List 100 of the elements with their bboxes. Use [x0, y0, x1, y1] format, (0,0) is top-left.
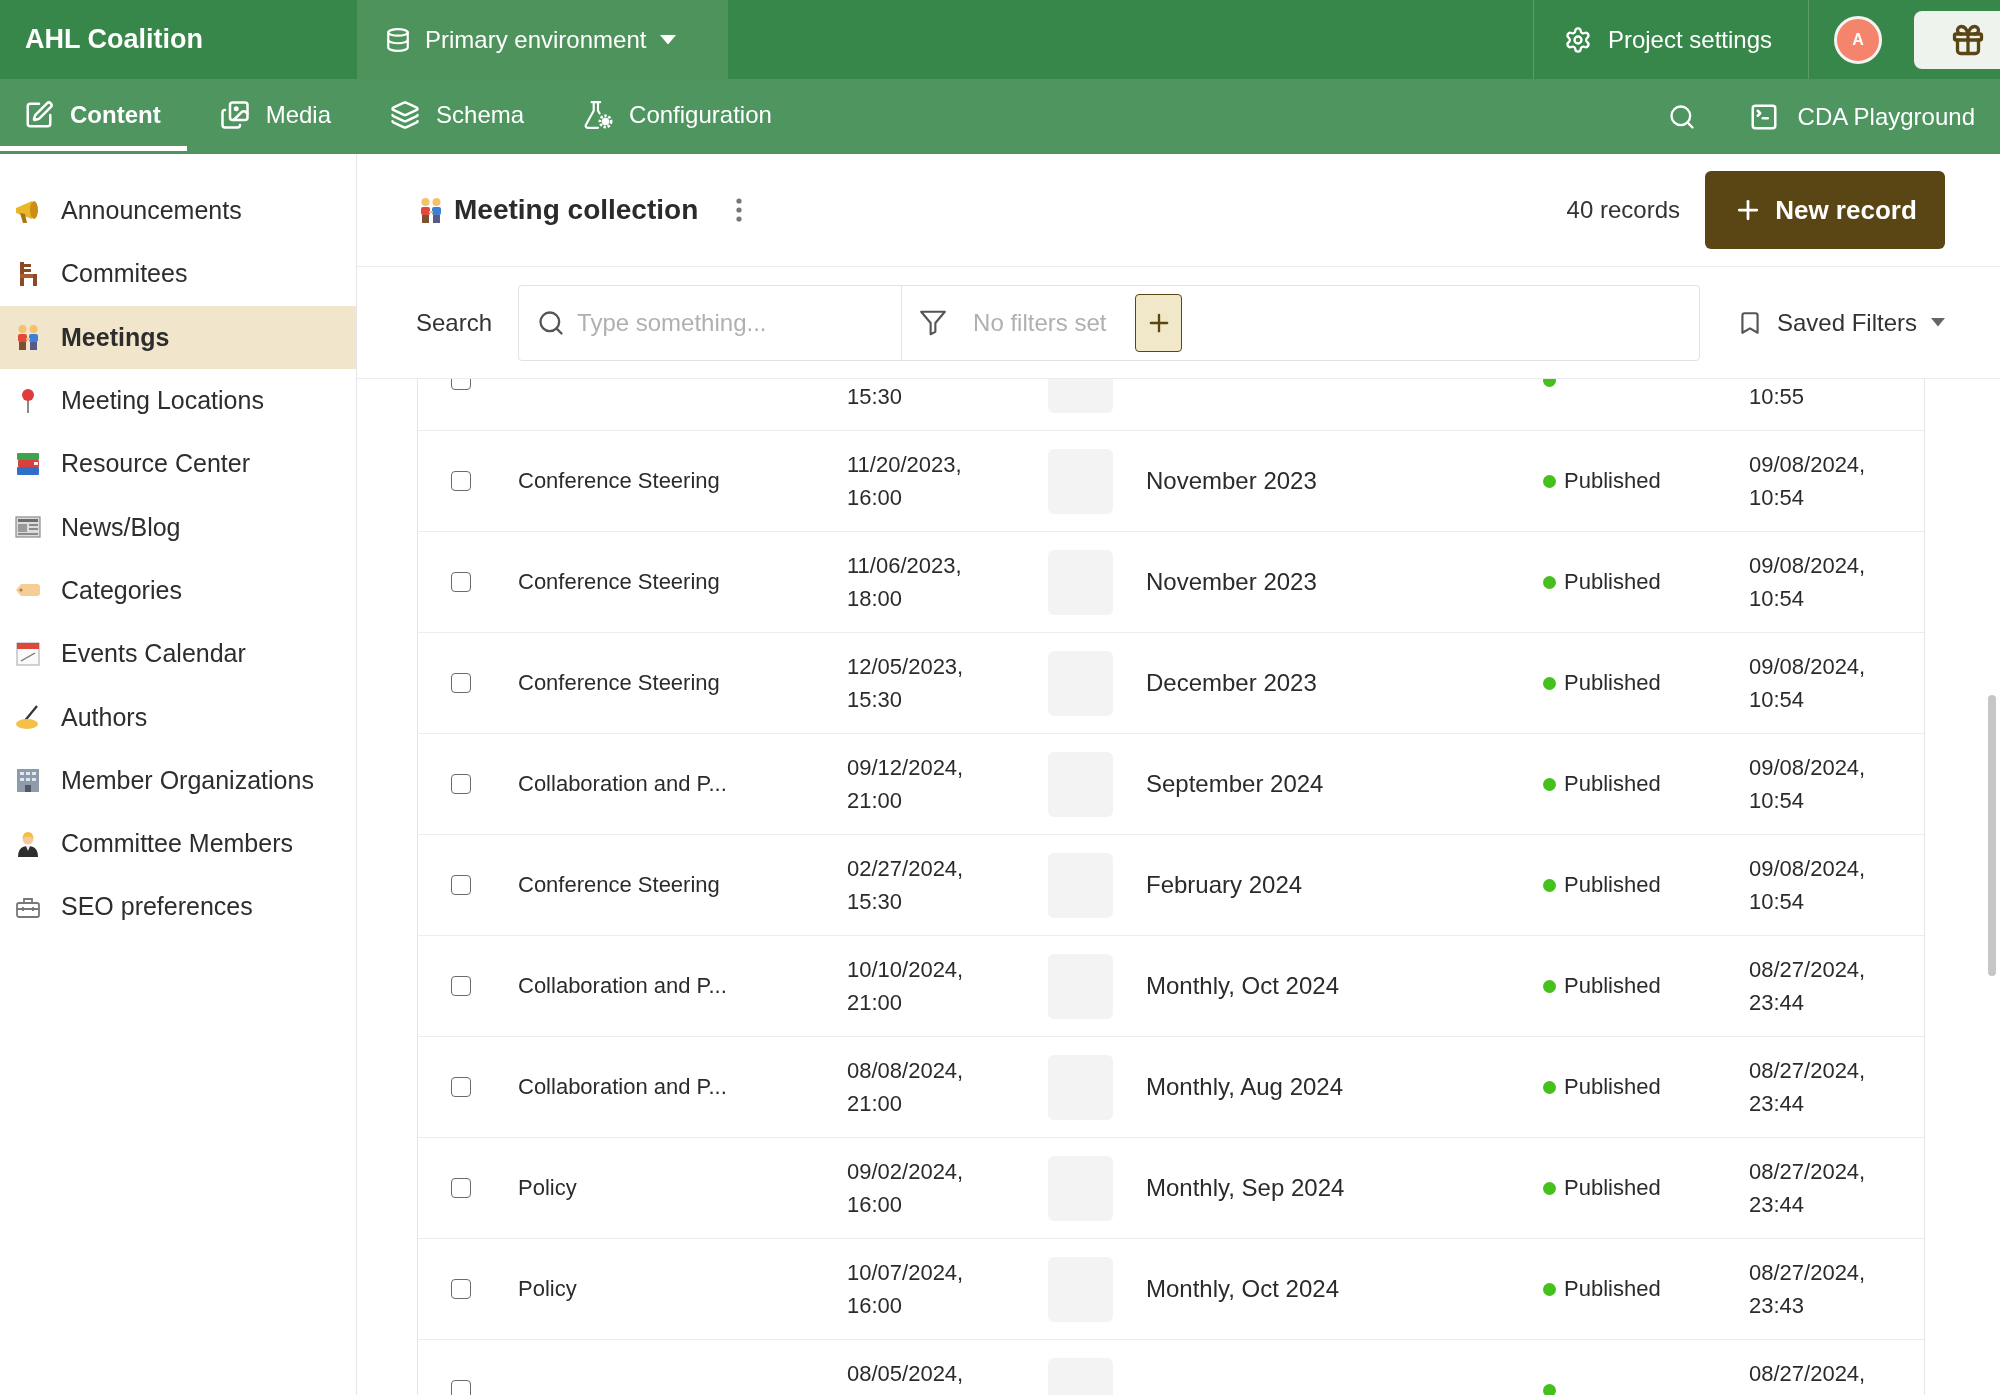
- updated-cell-text: 08/27/2024,: [1749, 1360, 1866, 1388]
- status-dot-icon: [1543, 575, 1556, 589]
- status-label: Published: [1564, 973, 1661, 999]
- status-dot-icon: [1543, 1282, 1556, 1296]
- date-cell-text: 15:30: [847, 383, 903, 411]
- status-label: Published: [1564, 569, 1661, 595]
- row-checkbox[interactable]: [451, 572, 471, 592]
- status-dot-icon: [1543, 1383, 1556, 1395]
- sidebar-item[interactable]: Announcements: [0, 179, 356, 243]
- date-cell-text: 08/08/2024, 21:00: [847, 1057, 964, 1118]
- status-dot-icon: [1543, 676, 1556, 690]
- title-cell: Conference Steering: [518, 468, 720, 494]
- calendar-icon: [15, 640, 41, 667]
- title-cell: Conference Steering: [518, 872, 720, 898]
- status-dot-icon: [1543, 979, 1556, 993]
- sidebar-item[interactable]: Categories: [0, 558, 356, 623]
- month-cell: November 2023: [1146, 467, 1317, 495]
- building-icon: [15, 767, 41, 794]
- title-cell: Conference Steering: [518, 670, 720, 696]
- status-dot-icon: [1543, 1080, 1556, 1094]
- row-checkbox[interactable]: [451, 875, 471, 895]
- sidebar-item[interactable]: Committee Members: [0, 811, 356, 876]
- date-cell-text: 11/06/2023, 18:00: [847, 552, 962, 613]
- caret-down-icon: [1931, 318, 1945, 327]
- date-cell-text: 09/12/2024, 21:00: [847, 754, 964, 815]
- sidebar-item[interactable]: SEO preferences: [0, 875, 356, 939]
- month-cell: September 2024: [1146, 770, 1324, 798]
- playground-button[interactable]: CDA Playground: [1748, 101, 1975, 132]
- books-icon: [15, 450, 41, 477]
- updated-cell-text: 10:55: [1749, 383, 1805, 411]
- row-checkbox[interactable]: [451, 1380, 471, 1395]
- date-cell-text: 10/07/2024, 16:00: [847, 1259, 964, 1320]
- search-icon: [537, 308, 566, 337]
- status-label: Published: [1564, 1074, 1661, 1100]
- row-checkbox[interactable]: [451, 976, 471, 996]
- status-dot-icon: [1543, 878, 1556, 892]
- title-cell: Collaboration and P...: [518, 771, 727, 797]
- title-cell: Conference Steering: [518, 569, 720, 595]
- status-label: Published: [1564, 872, 1661, 898]
- filter-status: No filters set: [973, 308, 1107, 337]
- updated-cell-text: 08/27/2024, 23:44: [1749, 956, 1866, 1017]
- title-cell: Collaboration and P...: [518, 1074, 727, 1100]
- search-button[interactable]: [1667, 102, 1696, 131]
- pencil-square-icon: [24, 100, 54, 130]
- date-cell-text: 02/27/2024, 15:30: [847, 855, 964, 916]
- row-checkbox[interactable]: [451, 774, 471, 794]
- scrollbar-thumb[interactable]: [1988, 695, 1996, 976]
- title-cell: Policy: [518, 1175, 577, 1201]
- new-record-button[interactable]: New record: [1705, 171, 1945, 249]
- sidebar-item[interactable]: Member Organizations: [0, 748, 356, 812]
- updated-cell-text: 08/27/2024, 23:44: [1749, 1158, 1866, 1219]
- filter-icon: [920, 309, 947, 336]
- sidebar-item[interactable]: Commitees: [0, 242, 356, 306]
- record-count: 40 records: [1566, 196, 1680, 224]
- gift-button[interactable]: [1914, 10, 2000, 69]
- nav-tab[interactable]: Configuration: [559, 79, 798, 151]
- updated-cell-text: 09/08/2024, 10:54: [1749, 855, 1866, 916]
- sidebar-item[interactable]: Events Calendar: [0, 622, 356, 686]
- month-cell: Monthly, Oct 2024: [1146, 972, 1339, 1000]
- updated-cell-text: 09/08/2024, 10:54: [1749, 451, 1866, 512]
- saved-filters-button[interactable]: Saved Filters: [1736, 308, 1945, 337]
- row-checkbox[interactable]: [451, 673, 471, 693]
- status-dot-icon: [1543, 474, 1556, 488]
- date-cell-text: 08/05/2024,: [847, 1360, 964, 1388]
- add-filter-button[interactable]: [1135, 293, 1183, 352]
- month-cell: Monthly, Aug 2024: [1146, 1073, 1344, 1101]
- nav-tab[interactable]: Media: [195, 79, 358, 151]
- search-field[interactable]: Type something...: [577, 308, 878, 337]
- nav-tab[interactable]: Schema: [366, 79, 551, 151]
- month-cell: Monthly, Sep 2024: [1146, 1174, 1345, 1202]
- month-cell: December 2023: [1146, 669, 1317, 697]
- title-cell: Policy: [518, 1276, 577, 1302]
- row-checkbox[interactable]: [451, 1077, 471, 1097]
- row-checkbox[interactable]: [451, 471, 471, 491]
- sidebar-item[interactable]: Meeting Locations: [0, 368, 356, 433]
- sidebar-item[interactable]: Resource Center: [0, 432, 356, 496]
- sidebar-item[interactable]: News/Blog: [0, 495, 356, 559]
- month-cell: November 2023: [1146, 568, 1317, 596]
- status-label: Published: [1564, 1276, 1661, 1302]
- updated-cell-text: 09/08/2024, 10:54: [1749, 552, 1866, 613]
- writing-hand-icon: [15, 704, 41, 730]
- row-checkbox[interactable]: [451, 1178, 471, 1198]
- status-dot-icon: [1543, 777, 1556, 791]
- two-people-icon: [418, 197, 444, 223]
- status-label: Published: [1564, 1175, 1661, 1201]
- date-cell-text: 09/02/2024, 16:00: [847, 1158, 964, 1219]
- newspaper-icon: [15, 514, 41, 541]
- status-label: Published: [1564, 670, 1661, 696]
- two-people-icon: [15, 324, 41, 351]
- more-button[interactable]: [736, 198, 743, 222]
- row-checkbox[interactable]: [451, 1279, 471, 1299]
- status-label: Published: [1564, 771, 1661, 797]
- collection-title: Meeting collection: [454, 194, 699, 226]
- updated-cell-text: 08/27/2024, 23:43: [1749, 1259, 1866, 1320]
- sidebar-item[interactable]: Meetings: [0, 305, 356, 369]
- environment-dropdown[interactable]: Primary environment: [357, 0, 728, 79]
- layers-icon: [390, 100, 421, 130]
- search-icon: [1667, 102, 1696, 131]
- database-icon: [385, 26, 411, 53]
- sidebar-item[interactable]: Authors: [0, 685, 356, 749]
